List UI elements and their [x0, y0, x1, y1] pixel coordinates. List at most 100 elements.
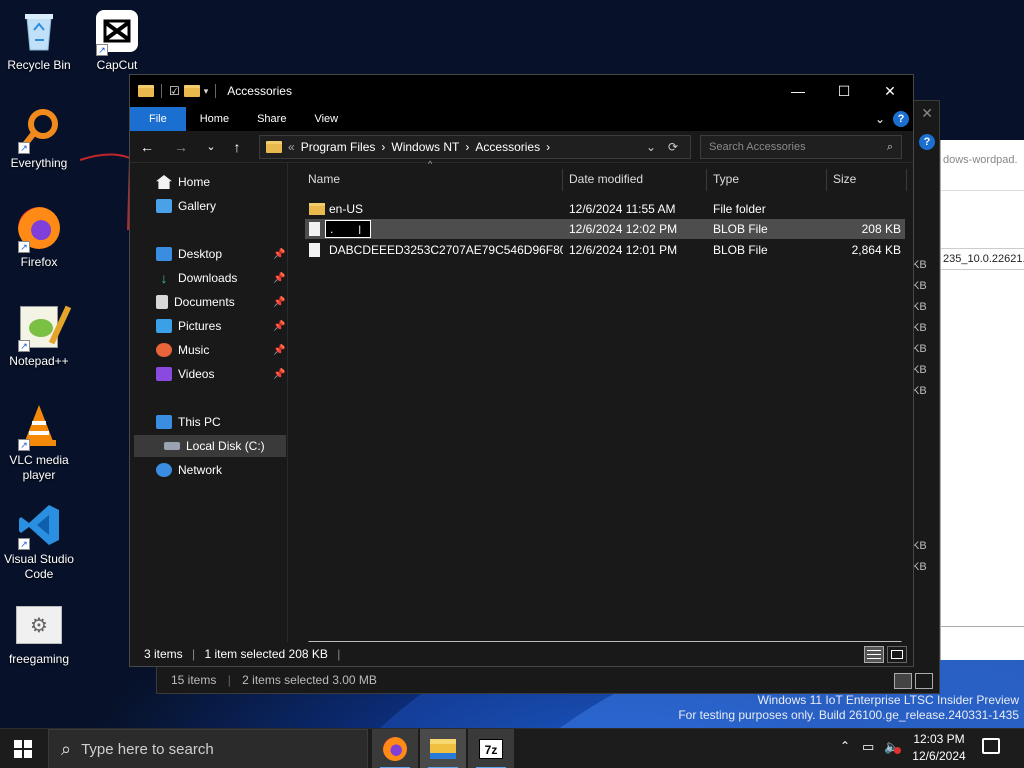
up-arrow-icon[interactable]: ↑	[226, 139, 248, 155]
breadcrumb-windows-nt[interactable]: Windows NT	[391, 140, 459, 154]
back-status-items: 15 items	[171, 673, 217, 687]
address-history-chevron-icon[interactable]: ⌄	[646, 140, 656, 154]
recent-locations-chevron-icon[interactable]: ⌄	[200, 140, 222, 153]
tab-file[interactable]: File	[130, 107, 186, 131]
file-list[interactable]: ^ Name Date modified Type Size en-US 12/…	[298, 159, 913, 646]
back-view-toggles[interactable]	[894, 673, 933, 689]
title-bar[interactable]: ☑ ▾ Accessories — ☐ ✕	[130, 75, 913, 107]
back-size-column-lower: KB KB	[912, 540, 927, 573]
desktop-icon-freegaming[interactable]: ⚙ freegaming	[0, 602, 78, 667]
back-close-icon[interactable]: ✕	[921, 105, 933, 122]
desktop-icon-label: VLC media player	[9, 453, 69, 482]
navigation-bar: ← → ⌄ ↑ « Program Files › Windows NT › Acc…	[130, 131, 913, 163]
nav-item-documents[interactable]: Documents	[156, 291, 235, 313]
column-header-type[interactable]: Type	[713, 163, 739, 195]
nav-item-gallery[interactable]: Gallery	[156, 195, 216, 217]
desktop-icon-label: freegaming	[8, 652, 70, 666]
forward-arrow-icon[interactable]: →	[170, 139, 192, 155]
settings-gear-file-icon: ⚙	[16, 606, 62, 644]
desktop-icon-firefox[interactable]: ↗ Firefox	[0, 205, 78, 270]
watermark-line-2: For testing purposes only. Build 26100.g…	[678, 708, 1019, 722]
windows-watermark: Windows 11 IoT Enterprise LTSC Insider P…	[678, 693, 1019, 723]
folder-icon	[309, 203, 325, 215]
text-cursor-icon: I	[358, 223, 362, 237]
back-status-bar: 15 items | 2 items selected 3.00 MB	[171, 673, 377, 687]
explorer-window[interactable]: ☑ ▾ Accessories — ☐ ✕ File Home Share Vi…	[129, 74, 914, 667]
nav-item-pictures[interactable]: Pictures	[156, 315, 221, 337]
column-header-date-modified[interactable]: Date modified	[569, 163, 643, 195]
recycle-bin-icon	[25, 14, 53, 51]
expand-ribbon-icon[interactable]: ⌄	[875, 112, 885, 126]
pin-icon: 📌	[273, 249, 286, 260]
taskbar-search-box[interactable]: ⌕ Type here to search	[48, 729, 368, 768]
details-view-toggle[interactable]	[864, 646, 884, 663]
network-status-icon[interactable]: ▭	[862, 739, 874, 755]
notification-icon[interactable]	[982, 738, 1000, 754]
tab-share[interactable]: Share	[243, 107, 300, 131]
nav-item-local-disk[interactable]: Local Disk (C:)	[134, 435, 286, 457]
breadcrumb-accessories[interactable]: Accessories	[475, 140, 540, 154]
file-row-selected[interactable]: .I 12/6/2024 12:02 PM BLOB File 208 KB	[305, 219, 905, 239]
back-help-icon[interactable]: ?	[919, 134, 935, 150]
system-clock[interactable]: 12:03 PM 12/6/2024	[904, 731, 974, 765]
breadcrumb-program-files[interactable]: Program Files	[301, 140, 376, 154]
desktop-icon	[156, 247, 172, 261]
show-hidden-icons-chevron-icon[interactable]: ⌃	[840, 739, 850, 753]
desktop-icon-label: Recycle Bin	[7, 58, 71, 72]
tab-home[interactable]: Home	[186, 107, 243, 131]
rename-input[interactable]: .I	[325, 220, 371, 238]
nav-item-home[interactable]: Home	[156, 171, 210, 193]
taskbar-firefox[interactable]	[372, 729, 418, 768]
properties-icon[interactable]: ☑	[169, 84, 180, 98]
background-window-content: dows-wordpad. 235_10.0.22621.1_	[940, 140, 1024, 660]
minimize-button[interactable]: —	[775, 75, 821, 107]
navigation-pane[interactable]: Home Gallery Desktop ↓ Downloads Document…	[130, 163, 288, 646]
sort-ascending-icon: ^	[428, 159, 433, 169]
nav-item-downloads[interactable]: ↓ Downloads	[156, 267, 238, 289]
file-type: File folder	[713, 202, 766, 216]
tab-view[interactable]: View	[300, 107, 352, 131]
maximize-button[interactable]: ☐	[821, 75, 867, 107]
new-folder-icon[interactable]	[183, 85, 200, 97]
desktop-icon-label: Visual Studio Code	[4, 552, 74, 581]
file-row[interactable]: en-US 12/6/2024 11:55 AM File folder	[305, 199, 905, 219]
pictures-icon	[156, 319, 172, 333]
address-bar[interactable]: « Program Files › Windows NT › Accessories…	[259, 135, 691, 159]
nav-item-desktop[interactable]: Desktop	[156, 243, 222, 265]
taskbar-7zip[interactable]: 7z	[468, 729, 514, 768]
refresh-icon[interactable]: ⟳	[668, 140, 678, 154]
desktop-icon-label: Notepad++	[9, 354, 69, 368]
desktop-icon-capcut[interactable]: ↗ CapCut	[78, 8, 156, 73]
large-icons-view-toggle[interactable]	[887, 646, 907, 663]
nav-item-videos[interactable]: Videos	[156, 363, 214, 385]
help-icon[interactable]: ?	[893, 111, 909, 127]
search-icon: ⌕	[61, 738, 72, 759]
nav-item-network[interactable]: Network	[156, 459, 222, 481]
search-input[interactable]: Search Accessories ⌕	[700, 135, 902, 159]
blob-file-icon	[309, 243, 320, 257]
desktop-icon-vscode[interactable]: ↗ Visual Studio Code	[0, 502, 78, 582]
column-header-name[interactable]: Name	[308, 163, 340, 195]
desktop-icon-recycle-bin[interactable]: Recycle Bin	[0, 8, 78, 73]
pin-icon: 📌	[273, 297, 286, 308]
desktop-icon-vlc[interactable]: ↗ VLC media player	[0, 403, 78, 483]
desktop-icon-label: CapCut	[96, 58, 138, 72]
nav-item-music[interactable]: Music	[156, 339, 209, 361]
back-arrow-icon[interactable]: ←	[136, 139, 158, 155]
desktop-icon-everything[interactable]: ↗ Everything	[0, 106, 78, 171]
search-icon: ⌕	[886, 141, 893, 153]
start-button[interactable]	[14, 740, 32, 758]
file-type: BLOB File	[713, 222, 768, 236]
desktop-icon-label: Firefox	[20, 255, 58, 269]
column-header-size[interactable]: Size	[833, 163, 856, 195]
nav-item-this-pc[interactable]: This PC	[156, 411, 221, 433]
breadcrumb-overflow[interactable]: «	[288, 140, 295, 154]
desktop-icon-notepad-plus-plus[interactable]: ↗ Notepad++	[0, 304, 78, 369]
taskbar-file-explorer[interactable]	[420, 729, 466, 768]
file-explorer-icon	[430, 739, 456, 759]
customize-toolbar-icon[interactable]: ▾	[204, 86, 209, 97]
clock-time: 12:03 PM	[913, 732, 965, 746]
file-row[interactable]: DABCDEEED3253C2707AE79C546D96F803... 12/…	[305, 240, 905, 260]
blob-file-icon	[309, 222, 320, 236]
close-button[interactable]: ✕	[867, 75, 913, 107]
